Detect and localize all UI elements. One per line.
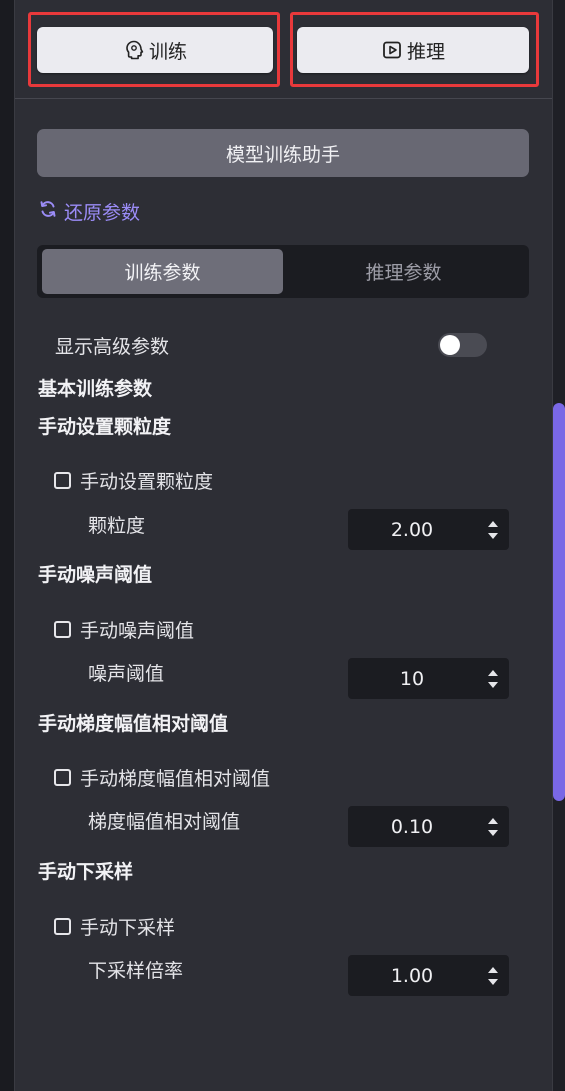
field-label: 噪声阈值 [88,663,165,685]
segment-infer-params[interactable]: 推理参数 [283,249,524,294]
restore-params-label: 还原参数 [64,201,141,224]
infer-tab-label: 推理 [406,40,445,63]
advanced-params-label: 显示高级参数 [55,336,170,358]
section-heading: 手动噪声阈值 [38,564,153,586]
checkbox-box[interactable] [54,620,71,638]
field-label: 梯度幅值相对阈值 [88,811,241,833]
checkbox-box[interactable] [54,768,71,786]
spinbox-value[interactable]: 10 [348,658,476,699]
restore-params-link[interactable]: 还原参数 [38,197,140,225]
noise-threshold-spinbox[interactable]: 10 [348,658,509,699]
checkbox-label: 手动噪声阈值 [80,619,195,642]
toggle-knob [440,335,460,355]
segment-train-params[interactable]: 训练参数 [42,249,283,294]
spinbox-up-down-icon[interactable] [485,962,501,990]
section-checkbox[interactable]: 手动噪声阈值 [54,616,194,642]
granularity-spinbox[interactable]: 2.00 [348,509,509,550]
spinbox-up-down-icon[interactable] [485,516,501,544]
spinbox-value[interactable]: 1.00 [348,955,476,996]
checkbox-box[interactable] [54,471,71,489]
spinbox-up-down-icon[interactable] [485,813,501,841]
section-checkbox[interactable]: 手动设置颗粒度 [54,467,213,493]
params-segmented-control: 训练参数 推理参数 [37,245,529,298]
section-heading: 手动下采样 [38,861,134,883]
train-tab-label: 训练 [148,40,187,63]
section-checkbox[interactable]: 手动下采样 [54,913,175,939]
scrollbar-thumb[interactable] [553,403,565,801]
checkbox-label: 手动梯度幅值相对阈值 [80,767,271,790]
section-heading: 手动梯度幅值相对阈值 [38,713,229,735]
gradient-threshold-spinbox[interactable]: 0.10 [348,806,509,847]
segment-train-params-label: 训练参数 [124,262,201,284]
play-box-icon [381,39,403,61]
section-heading: 手动设置颗粒度 [38,416,172,438]
refresh-icon [38,199,58,224]
brain-head-icon [123,39,145,61]
infer-tab-button[interactable]: 推理 [297,27,529,73]
model-training-assistant-button[interactable]: 模型训练助手 [37,129,529,177]
basic-training-params-heading: 基本训练参数 [38,378,153,400]
downsample-spinbox[interactable]: 1.00 [348,955,509,996]
segment-infer-params-label: 推理参数 [365,262,442,284]
header-divider [15,98,552,99]
advanced-params-toggle[interactable] [438,333,487,357]
checkbox-box[interactable] [54,917,71,935]
train-tab-button[interactable]: 训练 [37,27,273,73]
spinbox-up-down-icon[interactable] [485,665,501,693]
field-label: 下采样倍率 [88,960,184,982]
spinbox-value[interactable]: 2.00 [348,509,476,550]
field-label: 颗粒度 [88,515,146,537]
spinbox-value[interactable]: 0.10 [348,806,476,847]
checkbox-label: 手动下采样 [80,916,176,939]
section-checkbox[interactable]: 手动梯度幅值相对阈值 [54,764,270,790]
checkbox-label: 手动设置颗粒度 [80,470,214,493]
assistant-button-label: 模型训练助手 [225,143,340,166]
left-edge-strip [0,0,15,1091]
